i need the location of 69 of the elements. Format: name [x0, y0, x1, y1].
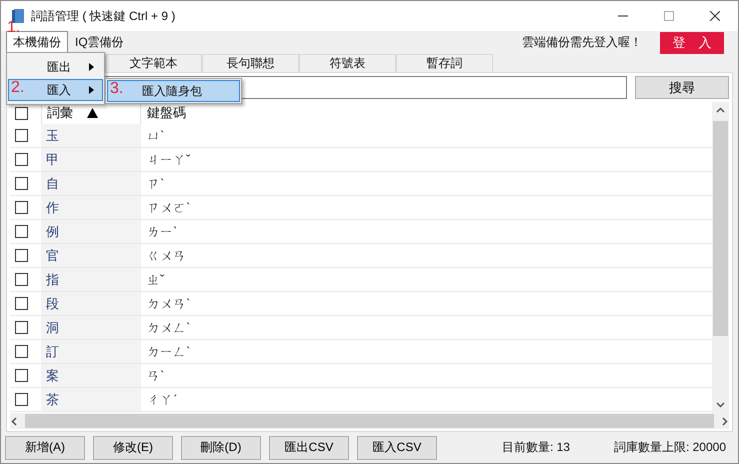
chevron-up-icon[interactable] [716, 106, 725, 116]
chevron-right-icon[interactable] [720, 416, 729, 426]
table-cell-text: ㄍㄨㄢ [146, 246, 186, 265]
table-cell-text: ㄌㄧˋ [146, 222, 178, 241]
checkbox[interactable] [15, 106, 28, 120]
table-cell-text: ㄩˋ [146, 126, 164, 145]
checkbox[interactable] [15, 177, 28, 190]
table-cell-text: ㄉㄨㄥˋ [146, 318, 190, 337]
count-label: 目前數量: 13 [502, 439, 570, 456]
table-cell: 茶 [46, 390, 59, 409]
table-cell: 官 [46, 246, 59, 265]
login-button[interactable]: 登 入 [660, 32, 724, 54]
menu-item[interactable]: IQ雲備份 [68, 31, 131, 54]
chevron-down-icon[interactable] [716, 400, 725, 410]
checkbox[interactable] [15, 201, 28, 214]
tab[interactable]: 文字範本 [105, 54, 202, 72]
table-cell-text: ㄗㄨㄛˋ [146, 198, 190, 217]
tab[interactable]: 符號表 [299, 54, 396, 72]
checkbox[interactable] [15, 153, 28, 166]
tab[interactable]: 暫存詞 [396, 54, 493, 72]
table-cell: 案 [46, 366, 59, 385]
action-button[interactable]: 刪除(D) [181, 436, 261, 460]
vertical-scrollbar[interactable] [712, 102, 729, 414]
submenu-arrow-icon [89, 86, 94, 94]
checkbox[interactable] [15, 129, 28, 142]
cloud-notice: 雲端備份需先登入喔！ [522, 34, 642, 52]
table-cell: 作 [46, 198, 59, 217]
table-cell: 例 [46, 222, 59, 241]
menu-item[interactable]: 本機備份 [6, 31, 68, 54]
table-cell: 自 [46, 174, 59, 193]
table-cell: 段 [46, 294, 59, 313]
table-cell: 訂 [46, 342, 59, 361]
horizontal-scrollbar[interactable] [10, 413, 729, 430]
column-header[interactable]: 鍵盤碼 [147, 105, 186, 120]
maximize-icon [664, 11, 674, 21]
checkbox[interactable] [15, 393, 28, 406]
column-header[interactable]: 詞彙 [47, 104, 73, 122]
search-button[interactable]: 搜尋 [635, 76, 729, 100]
table-cell-text: ㄉㄧㄥˋ [146, 342, 190, 361]
checkbox[interactable] [15, 225, 28, 238]
chevron-left-icon[interactable] [10, 416, 19, 426]
table-cell-text: ㄢˋ [146, 366, 164, 385]
table-cell-text: ㄗˋ [146, 174, 164, 193]
tab[interactable]: 長句聯想 [202, 54, 299, 72]
table-cell: 甲 [46, 150, 59, 169]
table-cell-text: ㄓˇ [146, 270, 164, 289]
checkbox[interactable] [15, 369, 28, 382]
close-icon [710, 11, 720, 21]
table-cell-text: ㄔㄚˊ [146, 390, 178, 409]
table-cell: 玉 [46, 126, 59, 145]
checkbox[interactable] [15, 345, 28, 358]
action-button[interactable]: 匯出CSV [269, 436, 349, 460]
checkbox[interactable] [15, 321, 28, 334]
action-button[interactable]: 新增(A) [5, 436, 85, 460]
table-cell-text: ㄐㄧㄚˇ [146, 150, 190, 169]
limit-label: 詞庫數量上限: 20000 [614, 439, 726, 456]
table-cell-text: ㄉㄨㄢˋ [146, 294, 190, 313]
checkbox[interactable] [15, 273, 28, 286]
menu-item[interactable]: 匯出 [8, 56, 103, 78]
checkbox[interactable] [15, 297, 28, 310]
action-button[interactable]: 修改(E) [93, 436, 173, 460]
table-cell: 洞 [46, 318, 59, 337]
table-cell: 指 [46, 270, 59, 289]
action-button[interactable]: 匯入CSV [357, 436, 437, 460]
step-number: 2. [11, 79, 24, 97]
step-number: 3. [110, 80, 124, 98]
checkbox[interactable] [15, 249, 28, 262]
window-title: 詞語管理 ( 快速鍵 Ctrl + 9 ) [31, 8, 176, 24]
submenu-arrow-icon [89, 63, 94, 71]
